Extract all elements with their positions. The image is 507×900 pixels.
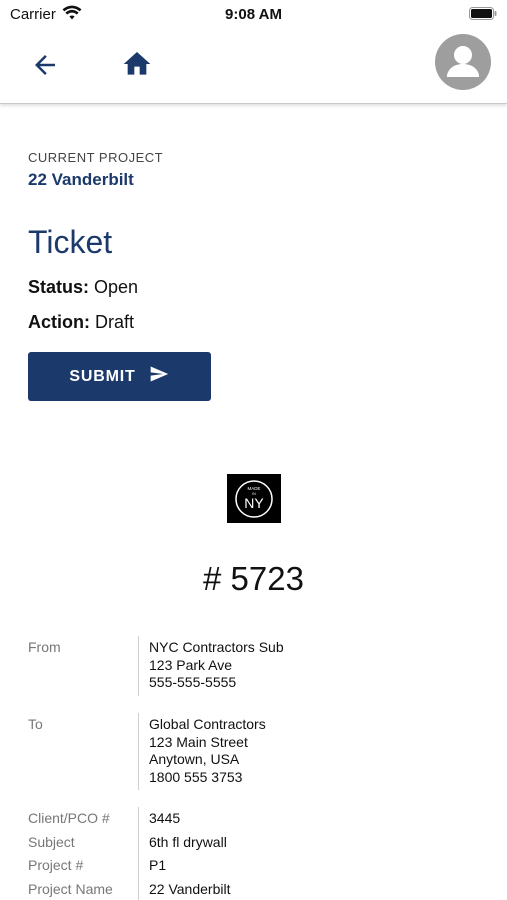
- to-line: Global Contractors: [149, 716, 266, 732]
- from-line: 555-555-5555: [149, 674, 237, 690]
- divider: [138, 713, 139, 790]
- logo-text-main: NY: [244, 495, 264, 511]
- status-bar: Carrier 9:08 AM: [0, 0, 507, 28]
- project-name-value: 22 Vanderbilt: [149, 881, 231, 897]
- action-value: Draft: [95, 312, 135, 332]
- made-in-ny-logo: MADE IN NY: [227, 474, 281, 523]
- ticket-number: # 5723: [203, 560, 304, 597]
- meta-rows: Client/PCO # 3445 Subject 6th fl drywall…: [28, 807, 488, 900]
- home-icon[interactable]: [121, 48, 153, 80]
- logo-text-top: MADE: [247, 486, 260, 491]
- subject-value: 6th fl drywall: [149, 834, 227, 850]
- from-value: NYC Contractors Sub 123 Park Ave 555-555…: [149, 639, 284, 692]
- current-project-name[interactable]: 22 Vanderbilt: [28, 170, 134, 190]
- from-row: From NYC Contractors Sub 123 Park Ave 55…: [28, 636, 488, 696]
- clock-time: 9:08 AM: [225, 6, 282, 23]
- submit-button[interactable]: SUBMIT: [28, 352, 211, 401]
- from-line: NYC Contractors Sub: [149, 639, 284, 655]
- to-label: To: [28, 716, 43, 732]
- to-row: To Global Contractors 123 Main Street An…: [28, 713, 488, 790]
- to-line: Anytown, USA: [149, 751, 240, 767]
- project-number-label: Project #: [28, 857, 84, 873]
- client-pco-value: 3445: [149, 810, 181, 826]
- status-label: Status:: [28, 277, 90, 297]
- action-label: Action:: [28, 312, 90, 332]
- page-title: Ticket: [28, 224, 113, 260]
- send-icon: [148, 364, 170, 389]
- divider: [138, 807, 139, 900]
- submit-label: SUBMIT: [69, 367, 136, 385]
- to-line: 1800 555 3753: [149, 768, 243, 785]
- from-line: 123 Park Ave: [149, 656, 233, 673]
- subject-label: Subject: [28, 834, 75, 850]
- to-value: Global Contractors 123 Main Street Anyto…: [149, 716, 266, 786]
- battery-icon: [469, 7, 497, 25]
- user-avatar-icon[interactable]: [435, 34, 491, 90]
- status-line: Status: Open: [28, 277, 138, 298]
- client-pco-label: Client/PCO #: [28, 810, 110, 826]
- action-line: Action: Draft: [28, 312, 134, 333]
- to-line: 123 Main Street: [149, 733, 248, 750]
- arrow-left-icon[interactable]: [30, 50, 60, 80]
- project-number-value: P1: [149, 857, 167, 873]
- nav-bar: [0, 28, 507, 104]
- from-label: From: [28, 639, 61, 655]
- project-name-label: Project Name: [28, 881, 113, 897]
- divider: [138, 636, 139, 696]
- current-project-label: CURRENT PROJECT: [28, 150, 164, 165]
- status-value: Open: [94, 277, 139, 297]
